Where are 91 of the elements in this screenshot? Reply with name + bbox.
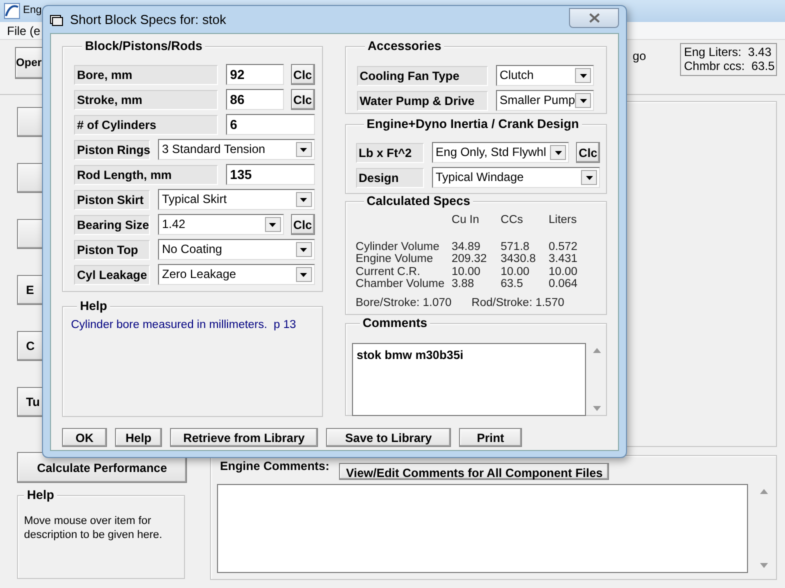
- dropdown[interactable]: Zero Leakage: [158, 264, 315, 285]
- dialog-button[interactable]: OK: [62, 428, 107, 447]
- dialog-button[interactable]: Retrieve from Library: [170, 428, 318, 447]
- column-header: Cu In: [452, 214, 480, 226]
- dialog-title: Short Block Specs for: stok: [70, 10, 226, 29]
- input-field[interactable]: 86: [226, 89, 284, 110]
- group-title: Help: [77, 299, 110, 313]
- table-cell-text: 10.00: [452, 266, 482, 278]
- table-cell-text: 3.431: [548, 253, 578, 266]
- field-label: Piston Top: [74, 240, 150, 260]
- field-label: Rod Length, mm: [74, 164, 218, 184]
- info-text: Chmbr ccs: 63.5: [684, 59, 773, 73]
- input-field[interactable]: 6: [226, 114, 315, 135]
- table-cell-text: 34.89: [452, 240, 482, 253]
- scroll-down-icon[interactable]: [593, 406, 601, 411]
- table-cell-text: 571.8: [500, 240, 530, 253]
- field-label: Stroke, mm: [74, 90, 218, 110]
- table-cell-text: 0.572: [548, 240, 578, 253]
- group-title: Comments: [360, 316, 430, 330]
- table-cell-text: 209.32: [452, 253, 488, 266]
- table-cell-text: 10.00: [548, 266, 578, 278]
- dropdown[interactable]: 3 Standard Tension: [158, 139, 315, 160]
- field-label: # of Cylinders: [74, 114, 218, 134]
- caret-icon: [554, 150, 562, 154]
- group-title: Engine+Dyno Inertia / Crank Design: [364, 117, 582, 131]
- caret-icon: [300, 248, 308, 252]
- window-title: Eng: [23, 3, 42, 18]
- help-title: Help: [24, 488, 58, 502]
- row-label: Engine Volume: [356, 253, 434, 266]
- close-button[interactable]: [569, 8, 619, 28]
- field-label: Piston Skirt: [74, 190, 150, 210]
- caret-icon: [300, 148, 308, 152]
- field-label: Cooling Fan Type: [356, 66, 488, 86]
- field-label: Piston Rings: [74, 140, 150, 160]
- ratio-text: Rod/Stroke: 1.570: [472, 296, 564, 310]
- help-text: Cylinder bore measured in millimeters. p 13: [71, 318, 297, 333]
- group-title: Calculated Specs: [364, 194, 474, 208]
- table-cell-text: 10.00: [500, 266, 530, 278]
- calc-button[interactable]: Clc: [576, 142, 600, 163]
- group-title: Block/Pistons/Rods: [82, 39, 206, 53]
- status-text: go: [632, 48, 646, 65]
- caret-icon: [269, 222, 276, 226]
- dropdown[interactable]: 1.42: [158, 214, 284, 235]
- dropdown[interactable]: No Coating: [158, 239, 315, 260]
- calc-button[interactable]: Clc: [290, 64, 315, 85]
- calc-button[interactable]: Clc: [290, 89, 315, 110]
- field-label: Bearing Size: [74, 214, 150, 234]
- dropdown[interactable]: Typical Windage: [432, 167, 600, 188]
- caret-icon: [300, 198, 308, 202]
- field-label: Cyl Leakage: [74, 264, 150, 284]
- caret-icon: [586, 176, 592, 180]
- scroll-down-icon[interactable]: [760, 563, 768, 568]
- table-cell-text: 3430.8: [500, 253, 537, 266]
- info-text: Eng Liters: 3.43: [684, 45, 772, 59]
- table-cell-text: 3.88: [452, 278, 476, 290]
- input-field[interactable]: 135: [226, 164, 315, 185]
- row-label: Cylinder Volume: [356, 240, 440, 253]
- app-logo-icon: [4, 3, 20, 19]
- dropdown[interactable]: Typical Skirt: [158, 189, 315, 210]
- scroll-up-icon[interactable]: [760, 489, 768, 494]
- caret-icon: [580, 74, 586, 78]
- caret-icon: [300, 272, 308, 276]
- view-edit-comments-button[interactable]: View/Edit Comments for All Component Files: [339, 463, 610, 480]
- ratio-text: Bore/Stroke: 1.070: [356, 296, 452, 310]
- dropdown[interactable]: Eng Only, Std Flywhl: [432, 142, 569, 163]
- column-header: Liters: [548, 214, 578, 226]
- dropdown[interactable]: Smaller Pump: [496, 90, 594, 111]
- menu-item[interactable]: File (e: [7, 22, 40, 39]
- calc-button[interactable]: Clc: [290, 214, 315, 235]
- input-field[interactable]: 92: [226, 64, 284, 85]
- scroll-up-icon[interactable]: [593, 348, 601, 353]
- row-label: Chamber Volume: [356, 278, 446, 290]
- field-label: Bore, mm: [74, 64, 218, 84]
- group-title: Accessories: [364, 39, 444, 53]
- engine-comments-label: Engine Comments:: [220, 458, 330, 475]
- column-header: CCs: [500, 214, 524, 226]
- caret-icon: [580, 98, 586, 102]
- dialog-button[interactable]: Help: [115, 428, 162, 447]
- dialog-button[interactable]: Print: [459, 428, 522, 447]
- row-label: Current C.R.: [356, 266, 422, 278]
- field-label: Design: [356, 168, 424, 188]
- comments-text: stok bmw m30b35i: [356, 348, 464, 362]
- field-label: Water Pump & Drive: [356, 90, 488, 110]
- table-cell-text: 0.064: [548, 278, 578, 290]
- field-label: Lb x Ft^2: [356, 142, 424, 162]
- dropdown[interactable]: Clutch: [496, 65, 594, 86]
- window-icon: [50, 14, 63, 26]
- dialog-button[interactable]: Save to Library: [326, 428, 451, 447]
- close-icon: [588, 13, 600, 23]
- table-cell-text: 63.5: [500, 278, 524, 290]
- help-text: Move mouse over item for description to be given here.: [24, 514, 164, 542]
